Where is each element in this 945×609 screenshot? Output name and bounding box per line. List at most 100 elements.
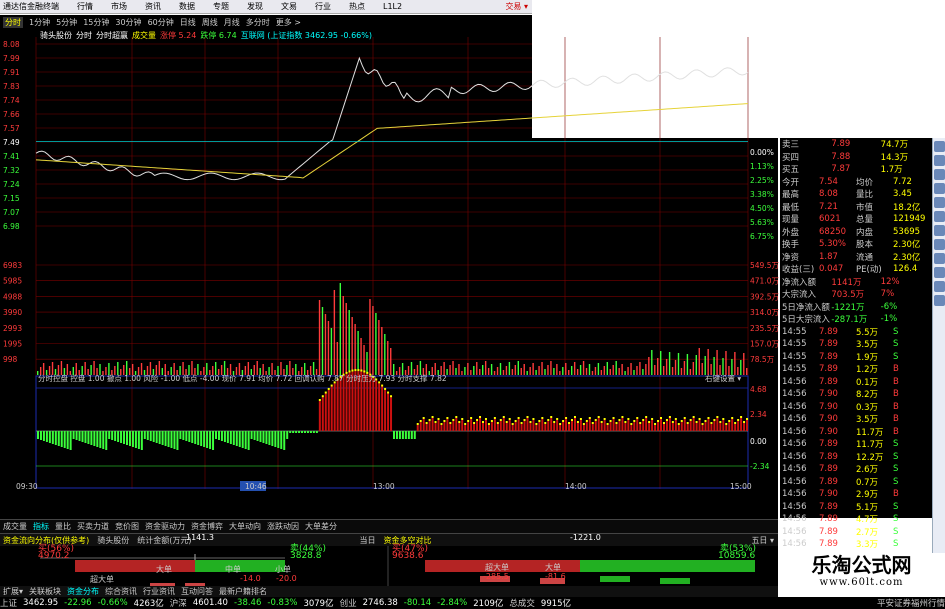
- under-tab-qa[interactable]: 互动问答: [181, 586, 213, 597]
- toolbar-icon-9[interactable]: [934, 253, 945, 264]
- tab-monthly[interactable]: 月线: [224, 17, 240, 28]
- under-tab-related[interactable]: 关联板块: [29, 586, 61, 597]
- status-field: 上证: [0, 599, 18, 609]
- indicator-bar: [114, 431, 117, 441]
- volume-bar: [336, 342, 339, 375]
- trade-button[interactable]: 交易 ▾: [505, 1, 528, 12]
- btab-bigdiff[interactable]: 大单差分: [305, 521, 337, 532]
- tab-30min[interactable]: 30分钟: [115, 17, 141, 28]
- menu-item-discover[interactable]: 发现: [247, 1, 263, 12]
- toolbar-icon-6[interactable]: [934, 211, 945, 222]
- stat-label-2: 股本: [856, 240, 874, 251]
- volume-bar: [484, 361, 487, 375]
- toolbar-icon-7[interactable]: [934, 225, 945, 236]
- btab-volume[interactable]: 成交量: [3, 521, 27, 532]
- indicator-bar: [286, 431, 289, 439]
- menu-item-quotes[interactable]: 行情: [77, 1, 93, 12]
- stat-label: 收益(三): [782, 265, 815, 276]
- indicator-bar-cap: [600, 421, 603, 423]
- btab-indicator[interactable]: 指标: [33, 521, 49, 532]
- vol-tick-label: 1995: [3, 340, 22, 349]
- volume-bar: [360, 338, 362, 375]
- tab-intraday[interactable]: 分时: [3, 16, 23, 28]
- day-tab[interactable]: 当日: [360, 535, 376, 546]
- indicator-bar-cap: [529, 421, 532, 423]
- menu-item-topics[interactable]: 专题: [213, 1, 229, 12]
- toolbar-icon-4[interactable]: [934, 183, 945, 194]
- buy-bar-left: [75, 560, 195, 572]
- level-price: 7.88: [831, 151, 851, 162]
- indicator-bar: [274, 431, 277, 447]
- toolbar-icon-5[interactable]: [934, 197, 945, 208]
- volume-bar: [562, 367, 564, 375]
- menu-item-industry[interactable]: 行业: [315, 1, 331, 12]
- menu-item-data[interactable]: 数据: [179, 1, 195, 12]
- btab-volratio[interactable]: 量比: [55, 521, 71, 532]
- indicator-bar: [692, 418, 695, 431]
- tab-multi[interactable]: 多分时: [246, 17, 270, 28]
- volume-bar: [642, 369, 644, 375]
- btab-fund-game[interactable]: 资金博弈: [191, 521, 223, 532]
- under-tab-fund[interactable]: 资金分布: [67, 586, 99, 597]
- flow-pct: -6%: [880, 301, 898, 312]
- indicator-bar-cap: [743, 421, 746, 423]
- menu-item-trade[interactable]: 文易: [281, 1, 297, 12]
- toolbar-icon-12[interactable]: [934, 295, 945, 306]
- volume-bar: [476, 362, 478, 375]
- indicator-bar-cap: [719, 421, 722, 423]
- indicator-bar: [422, 419, 425, 431]
- price-tick-label: 7.07: [3, 208, 20, 217]
- under-tab-news[interactable]: 综合资讯: [105, 586, 137, 597]
- tab-5min[interactable]: 5分钟: [56, 17, 77, 28]
- btab-bigorder[interactable]: 大单动向: [229, 521, 261, 532]
- under-tab-expand[interactable]: 扩展▾: [3, 586, 23, 597]
- tab-60min[interactable]: 60分钟: [148, 17, 174, 28]
- btab-auction[interactable]: 竞价图: [115, 521, 139, 532]
- stat-label-2: 均价: [856, 177, 874, 188]
- volume-bar: [532, 363, 534, 375]
- tab-15min[interactable]: 15分钟: [83, 17, 109, 28]
- indicator-bar: [298, 431, 301, 433]
- indicator-bar: [603, 420, 606, 431]
- tick-volume: 4.7万: [856, 515, 879, 526]
- indicator-bar: [517, 419, 520, 431]
- menu-item-news[interactable]: 资讯: [145, 1, 161, 12]
- indicator-bar-cap: [496, 422, 499, 424]
- under-tab-ranking[interactable]: 最新户籍排名: [219, 586, 267, 597]
- menu-item-market[interactable]: 市场: [111, 1, 127, 12]
- indicator-bar-cap: [576, 421, 579, 423]
- under-tab-industry-news[interactable]: 行业资讯: [143, 586, 175, 597]
- indicator-bar: [164, 431, 167, 446]
- indicator-bar: [176, 431, 179, 450]
- volume-bar: [354, 324, 356, 375]
- menu-item-hot[interactable]: 热点: [349, 1, 365, 12]
- tab-daily[interactable]: 日线: [180, 17, 196, 28]
- flow-label: 5日净流入额: [782, 302, 830, 313]
- tick-price: 7.89: [819, 526, 838, 537]
- indicator-bar-cap: [698, 418, 701, 420]
- menu-item-l1l2[interactable]: L1L2: [383, 2, 402, 11]
- indicator-bar-cap: [571, 419, 573, 421]
- indicator-bar: [410, 431, 413, 439]
- toolbar-icon-2[interactable]: [934, 155, 945, 166]
- tab-more[interactable]: 更多 >: [276, 17, 301, 28]
- btab-fund-drive[interactable]: 资金驱动力: [145, 521, 185, 532]
- toolbar-icon-10[interactable]: [934, 267, 945, 278]
- volume-bar: [378, 320, 380, 375]
- tick-price: 7.90: [819, 489, 838, 500]
- quote-row: 14:56 7.89 4.7万 S: [780, 513, 932, 526]
- tab-1min[interactable]: 1分钟: [29, 17, 50, 28]
- indicator-bar-cap: [704, 420, 707, 422]
- volume-bar: [60, 361, 63, 375]
- indicator-bar: [743, 423, 746, 431]
- toolbar-icon-11[interactable]: [934, 281, 945, 292]
- toolbar-icon-3[interactable]: [934, 169, 945, 180]
- indicator-bar-cap: [487, 423, 490, 425]
- toolbar-icon-8[interactable]: [934, 239, 945, 250]
- stat-value-2: 2.30亿: [893, 252, 921, 263]
- indicator-bar-cap: [645, 416, 648, 418]
- toolbar-icon-1[interactable]: [934, 141, 945, 152]
- btab-cause[interactable]: 涨跌动因: [267, 521, 299, 532]
- tab-weekly[interactable]: 周线: [202, 17, 218, 28]
- btab-force[interactable]: 买卖力道: [77, 521, 109, 532]
